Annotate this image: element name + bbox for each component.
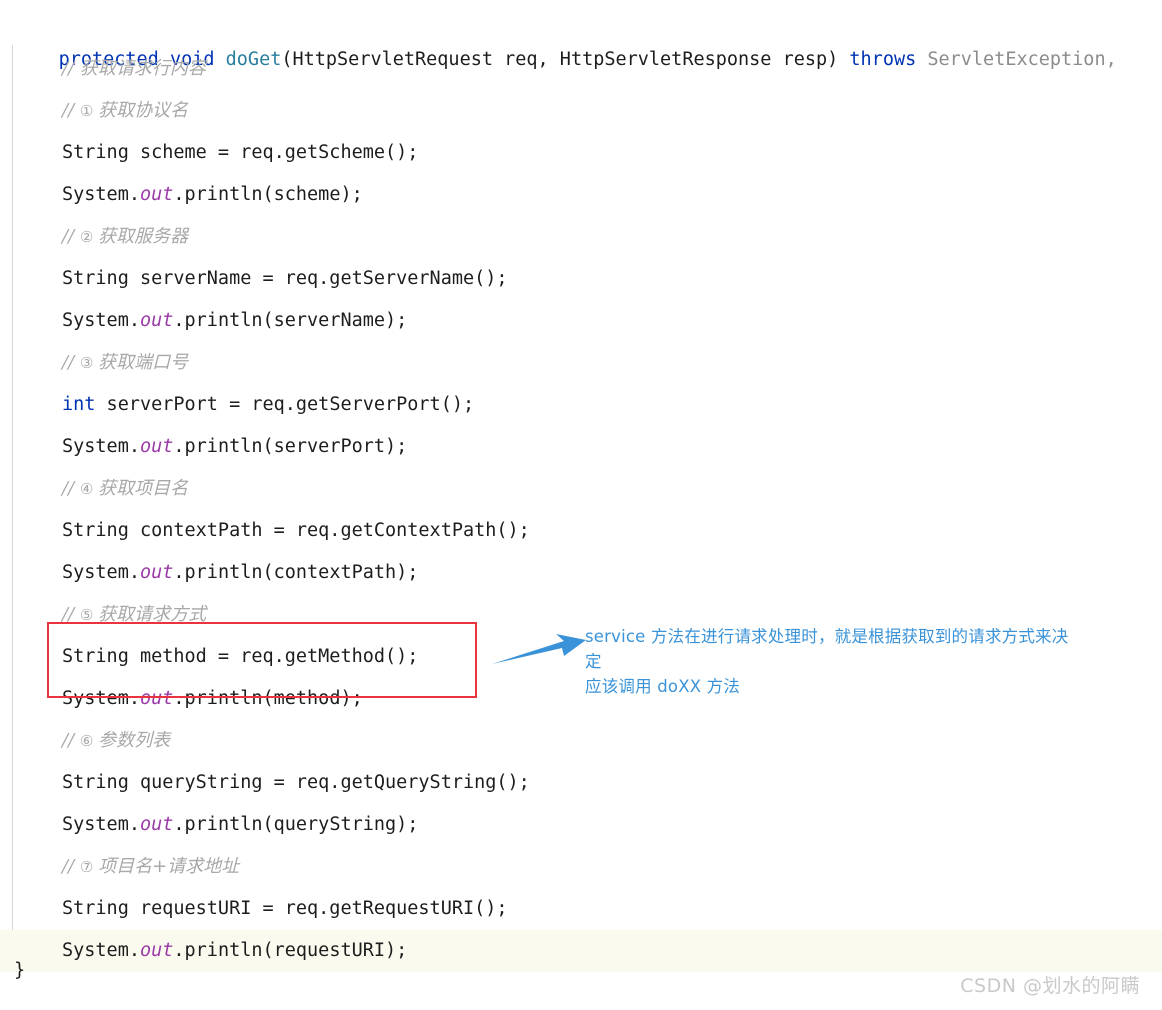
code-line: System.out.println(serverPort); bbox=[0, 426, 1162, 468]
code-comment: // ① 获取协议名 bbox=[62, 100, 189, 121]
code-line: // ② 获取服务器 bbox=[0, 216, 1162, 258]
code-comment: // ⑥ 参数列表 bbox=[62, 730, 171, 751]
code-text: .println(scheme); bbox=[173, 184, 363, 205]
code-text: String contextPath = req.getContextPath(… bbox=[62, 520, 530, 541]
code-line: System.out.println(queryString); bbox=[0, 804, 1162, 846]
annotation-line-2: 应该调用 doXX 方法 bbox=[585, 677, 741, 696]
code-text: .println(queryString); bbox=[173, 814, 419, 835]
csdn-watermark: CSDN @划水的阿瞒 bbox=[960, 975, 1140, 997]
static-field-out: out bbox=[139, 436, 174, 457]
code-line: String scheme = req.getScheme(); bbox=[0, 132, 1162, 174]
code-text: .println(method); bbox=[173, 688, 363, 709]
code-text: .println(contextPath); bbox=[173, 562, 419, 583]
code-text: .println(serverPort); bbox=[173, 436, 408, 457]
static-field-out: out bbox=[139, 562, 174, 583]
code-line: // ① 获取协议名 bbox=[0, 90, 1162, 132]
code-comment: // ⑦ 项目名+请求地址 bbox=[62, 856, 240, 877]
code-comment: // 获取请求行内容 bbox=[62, 58, 206, 79]
code-line: String serverName = req.getServerName(); bbox=[0, 258, 1162, 300]
static-field-out: out bbox=[139, 688, 174, 709]
code-line: String requestURI = req.getRequestURI(); bbox=[0, 888, 1162, 930]
code-line: System.out.println(scheme); bbox=[0, 174, 1162, 216]
code-line: System.out.println(requestURI); bbox=[0, 930, 1162, 972]
code-text: serverPort = req.getServerPort(); bbox=[95, 394, 475, 415]
static-field-out: out bbox=[139, 940, 174, 961]
code-line: System.out.println(contextPath); bbox=[0, 552, 1162, 594]
code-line: String queryString = req.getQueryString(… bbox=[0, 762, 1162, 804]
code-comment: // ③ 获取端口号 bbox=[62, 352, 189, 373]
code-comment: // ⑤ 获取请求方式 bbox=[62, 604, 207, 625]
code-keyword: int bbox=[62, 394, 96, 415]
code-line: System.out.println(serverName); bbox=[0, 300, 1162, 342]
code-text: .println(serverName); bbox=[173, 310, 408, 331]
code-line: // ③ 获取端口号 bbox=[0, 342, 1162, 384]
code-text: System. bbox=[62, 688, 140, 709]
code-text: System. bbox=[62, 814, 140, 835]
code-comment: // ② 获取服务器 bbox=[62, 226, 189, 247]
annotation-line-1: service 方法在进行请求处理时，就是根据获取到的请求方式来决定 bbox=[585, 627, 1069, 671]
method-signature-line: protected void doGet(HttpServletRequest … bbox=[0, 12, 1117, 70]
code-text: System. bbox=[62, 940, 140, 961]
annotation-text: service 方法在进行请求处理时，就是根据获取到的请求方式来决定 应该调用 … bbox=[585, 624, 1085, 699]
code-text: String requestURI = req.getRequestURI(); bbox=[62, 898, 508, 919]
code-text: System. bbox=[62, 436, 140, 457]
code-text: System. bbox=[62, 184, 140, 205]
static-field-out: out bbox=[139, 310, 174, 331]
code-line: // ④ 获取项目名 bbox=[0, 468, 1162, 510]
static-field-out: out bbox=[139, 184, 174, 205]
static-field-out: out bbox=[139, 814, 174, 835]
code-text: System. bbox=[62, 310, 140, 331]
closing-brace-line: } bbox=[14, 960, 26, 981]
code-line: // 获取请求行内容 bbox=[0, 48, 1162, 90]
code-text: String scheme = req.getScheme(); bbox=[62, 142, 419, 163]
code-line: int serverPort = req.getServerPort(); bbox=[0, 384, 1162, 426]
code-text: String serverName = req.getServerName(); bbox=[62, 268, 508, 289]
code-text: String queryString = req.getQueryString(… bbox=[62, 772, 530, 793]
code-text: String method = req.getMethod(); bbox=[62, 646, 419, 667]
code-line: // ⑦ 项目名+请求地址 bbox=[0, 846, 1162, 888]
code-comment: // ④ 获取项目名 bbox=[62, 478, 189, 499]
code-text: System. bbox=[62, 562, 140, 583]
code-line: // ⑥ 参数列表 bbox=[0, 720, 1162, 762]
code-text: .println(requestURI); bbox=[173, 940, 408, 961]
code-line: String contextPath = req.getContextPath(… bbox=[0, 510, 1162, 552]
annotation-arrow-icon bbox=[492, 634, 586, 664]
code-editor-surface: protected void doGet(HttpServletRequest … bbox=[0, 0, 1162, 1010]
